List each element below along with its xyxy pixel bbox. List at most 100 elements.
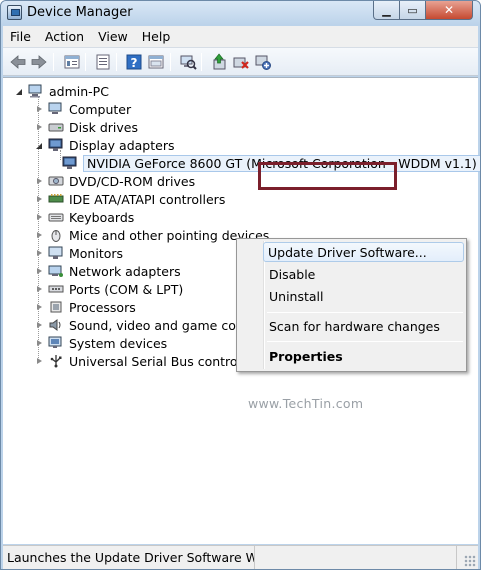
disk-drive-icon [48, 120, 64, 134]
tree-item-label: Computer [69, 101, 132, 117]
menu-help[interactable]: Help [135, 27, 178, 47]
expand-arrow[interactable] [35, 357, 44, 366]
disable-icon[interactable] [254, 53, 272, 71]
back-icon[interactable] [9, 53, 27, 71]
menu-disable[interactable]: Disable [265, 265, 464, 285]
toolbar: ? [3, 48, 478, 76]
window-title: Device Manager [27, 5, 133, 20]
toolbar-separator [53, 53, 54, 71]
tree-root-label: admin-PC [49, 83, 109, 99]
menu-file[interactable]: File [3, 27, 38, 47]
close-icon: ✕ [443, 3, 455, 17]
tree-root[interactable]: admin-PC [15, 82, 109, 100]
resize-grip-icon[interactable] [464, 555, 476, 567]
tree-category-ide-ata-atapi-controllers[interactable]: IDE ATA/ATAPI controllers [35, 190, 225, 208]
tree-category-processors[interactable]: Processors [35, 298, 136, 316]
expand-arrow[interactable] [35, 213, 44, 222]
menu-bar: File Action View Help [3, 26, 478, 48]
device-tree-pane[interactable]: admin-PC Computer Disk drives Display adap… [3, 77, 480, 544]
display-adapter-icon [62, 156, 78, 170]
mouse-icon [48, 228, 64, 242]
expand-arrow[interactable] [35, 249, 44, 258]
computer-icon [28, 84, 44, 98]
dvd-icon [48, 174, 64, 188]
tree-category-universal-serial-bus-controlle[interactable]: Universal Serial Bus controllers [35, 352, 264, 370]
expand-arrow[interactable] [35, 285, 44, 294]
properties-list-icon[interactable] [63, 53, 81, 71]
expand-arrow[interactable] [35, 303, 44, 312]
tree-item-label: Ports (COM & LPT) [69, 281, 184, 297]
system-device-icon [48, 336, 64, 350]
tree-category-mice-and-other-pointing-device[interactable]: Mice and other pointing devices [35, 226, 269, 244]
toolbar-separator [201, 53, 202, 71]
expand-arrow[interactable] [35, 105, 44, 114]
toolbar-separator [85, 53, 86, 71]
tree-item-label: Display adapters [69, 137, 175, 153]
expand-arrow[interactable] [35, 177, 44, 186]
minimize-button[interactable]: ▁ [373, 1, 400, 20]
close-button[interactable]: ✕ [426, 1, 473, 20]
toolbar-separator [170, 53, 171, 71]
maximize-button[interactable]: ▭ [400, 1, 426, 20]
expand-arrow[interactable] [35, 321, 44, 330]
menu-view[interactable]: View [91, 27, 135, 47]
maximize-icon: ▭ [407, 3, 418, 17]
keyboard-icon [48, 210, 64, 224]
menu-update-driver-software[interactable]: Update Driver Software... [263, 242, 464, 262]
menu-scan-hardware-changes[interactable]: Scan for hardware changes [265, 317, 464, 337]
title-bar: Device Manager ▁ ▭ ✕ [1, 1, 480, 25]
console-tree-icon[interactable] [147, 53, 165, 71]
window-controls: ▁ ▭ ✕ [373, 1, 475, 20]
status-bar: Launches the Update Driver Software Wiza… [3, 545, 478, 569]
tree-category-ports-com-lpt[interactable]: Ports (COM & LPT) [35, 280, 183, 298]
tree-item-label: Network adapters [69, 263, 181, 279]
menu-uninstall[interactable]: Uninstall [265, 287, 464, 307]
device-manager-icon [7, 5, 22, 20]
forward-icon[interactable] [30, 53, 48, 71]
tree-category-keyboards[interactable]: Keyboards [35, 208, 134, 226]
tree-item-label: Processors [69, 299, 136, 315]
show-hidden-icon[interactable] [94, 53, 112, 71]
monitor-icon [48, 246, 64, 260]
tree-category-disk-drives[interactable]: Disk drives [35, 118, 138, 136]
tree-category-system-devices[interactable]: System devices [35, 334, 167, 352]
menu-properties[interactable]: Properties [265, 347, 464, 367]
tree-category-dvd-cd-rom-drives[interactable]: DVD/CD-ROM drives [35, 172, 195, 190]
usb-icon [48, 354, 64, 368]
computer-icon [48, 102, 64, 116]
tree-category-computer[interactable]: Computer [35, 100, 131, 118]
menu-action[interactable]: Action [38, 27, 91, 47]
tree-category-display-adapters[interactable]: Display adapters [35, 136, 174, 154]
tree-item-label: Disk drives [69, 119, 138, 135]
toolbar-separator [116, 53, 117, 71]
status-text: Launches the Update Driver Software Wiza… [3, 546, 255, 569]
menu-separator [267, 341, 463, 342]
tree-category-network-adapters[interactable]: Network adapters [35, 262, 181, 280]
status-panel [257, 546, 457, 569]
expand-arrow[interactable] [35, 195, 44, 204]
expand-arrow[interactable] [35, 141, 44, 150]
tree-item-label: System devices [69, 335, 168, 351]
tree-item-label: Keyboards [69, 209, 135, 225]
menu-separator [267, 312, 463, 313]
update-driver-icon[interactable] [210, 53, 228, 71]
tree-item-label: Monitors [69, 245, 124, 261]
expand-arrow[interactable] [15, 87, 24, 96]
uninstall-icon[interactable] [232, 53, 250, 71]
svg-text:?: ? [131, 56, 138, 70]
tree-item-label: Universal Serial Bus controllers [69, 353, 264, 369]
tree-category-monitors[interactable]: Monitors [35, 244, 123, 262]
help-icon[interactable]: ? [125, 53, 143, 71]
context-menu: Update Driver Software... Disable Uninst… [236, 238, 467, 372]
scan-hardware-icon[interactable] [179, 53, 197, 71]
expand-arrow[interactable] [35, 267, 44, 276]
network-adapter-icon [48, 264, 64, 278]
device-manager-window: Device Manager ▁ ▭ ✕ File Action View He… [0, 0, 481, 570]
sound-icon [48, 318, 64, 332]
expand-arrow[interactable] [35, 231, 44, 240]
watermark: www.TechTin.com [248, 396, 364, 411]
expand-arrow[interactable] [35, 339, 44, 348]
ide-controller-icon [48, 192, 64, 206]
expand-arrow[interactable] [35, 123, 44, 132]
tree-item-label: IDE ATA/ATAPI controllers [69, 191, 226, 207]
